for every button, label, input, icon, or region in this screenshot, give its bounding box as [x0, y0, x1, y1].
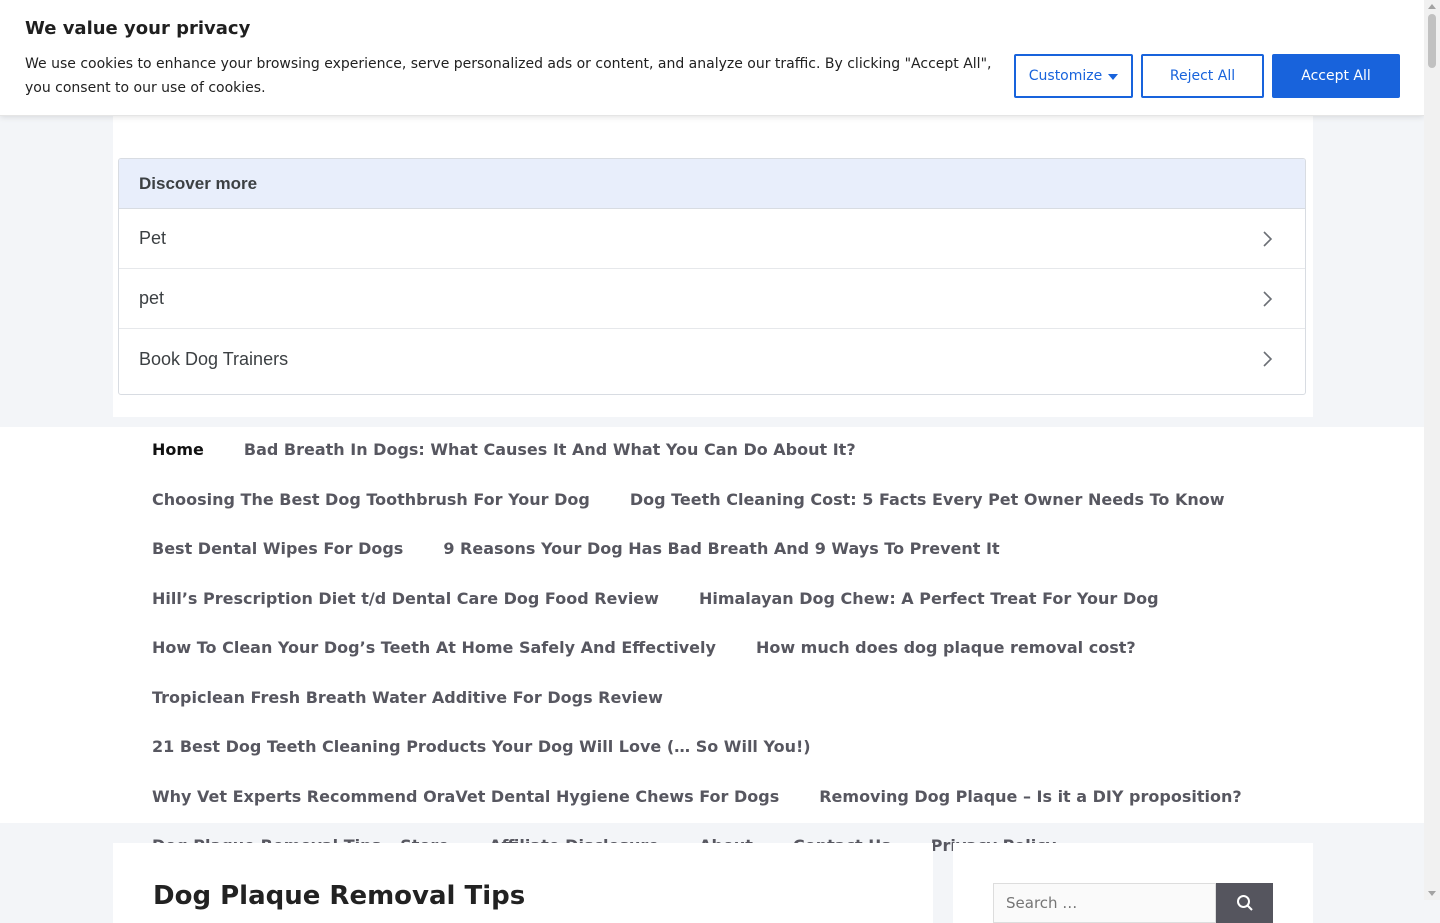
caret-down-icon — [1108, 74, 1119, 80]
page-title[interactable]: Dog Plaque Removal Tips — [153, 881, 525, 911]
customize-label: Customize — [1028, 68, 1103, 84]
nav-item[interactable]: Himalayan Dog Chew: A Perfect Treat For … — [679, 576, 1179, 626]
nav-item[interactable]: Best Dental Wipes For Dogs — [132, 526, 423, 576]
search-icon — [1236, 895, 1253, 911]
nav-item[interactable]: 21 Best Dog Teeth Cleaning Products Your… — [132, 724, 831, 774]
discover-item[interactable]: pet — [119, 269, 1305, 329]
nav-item[interactable]: Choosing The Best Dog Toothbrush For You… — [132, 477, 610, 527]
discover-item-label: pet — [139, 288, 165, 308]
nav-item[interactable]: Why Vet Experts Recommend OraVet Dental … — [132, 774, 799, 824]
search-input[interactable] — [993, 883, 1216, 923]
discover-more-panel: Discover more Pet pet Book Dog Trainers — [118, 158, 1306, 395]
page-scrollbar[interactable] — [1424, 0, 1440, 900]
discover-item[interactable]: Book Dog Trainers — [119, 329, 1305, 389]
cookie-title: We value your privacy — [25, 18, 251, 39]
discover-item-label: Pet — [139, 228, 167, 248]
cookie-description: We use cookies to enhance your browsing … — [25, 56, 992, 96]
nav-item-home[interactable]: Home — [132, 427, 224, 477]
customize-button[interactable]: Customize — [1014, 54, 1133, 98]
sidebar — [953, 843, 1313, 923]
discover-more-heading: Discover more — [119, 159, 1305, 209]
reject-all-button[interactable]: Reject All — [1141, 54, 1264, 98]
nav-item[interactable]: 9 Reasons Your Dog Has Bad Breath And 9 … — [423, 526, 1019, 576]
nav-item[interactable]: Dog Teeth Cleaning Cost: 5 Facts Every P… — [610, 477, 1245, 527]
nav-item[interactable]: Hill’s Prescription Diet t/d Dental Care… — [132, 576, 679, 626]
nav-item[interactable]: Bad Breath In Dogs: What Causes It And W… — [224, 427, 876, 477]
nav-item[interactable]: How To Clean Your Dog’s Teeth At Home Sa… — [132, 625, 736, 675]
discover-item[interactable]: Pet — [119, 209, 1305, 269]
scrollbar-thumb[interactable] — [1428, 14, 1436, 68]
accept-all-button[interactable]: Accept All — [1272, 54, 1400, 98]
search-button[interactable] — [1216, 883, 1273, 923]
chevron-right-icon — [1263, 230, 1273, 247]
main-content: Dog Plaque Removal Tips — [113, 843, 933, 923]
chevron-right-icon — [1263, 290, 1273, 307]
nav-menu: Home Bad Breath In Dogs: What Causes It … — [132, 427, 1292, 873]
nav-item[interactable]: How much does dog plaque removal cost? — [736, 625, 1156, 675]
cookie-consent-banner: We value your privacy We use cookies to … — [0, 0, 1424, 116]
nav-item[interactable]: Tropiclean Fresh Breath Water Additive F… — [132, 675, 683, 725]
primary-navigation: Home Bad Breath In Dogs: What Causes It … — [0, 427, 1424, 855]
chevron-right-icon — [1263, 351, 1273, 367]
nav-item[interactable]: Removing Dog Plaque – Is it a DIY propos… — [799, 774, 1261, 824]
discover-item-label: Book Dog Trainers — [139, 348, 289, 369]
scroll-up-arrow-icon[interactable] — [1428, 4, 1436, 9]
scroll-down-arrow-icon[interactable] — [1428, 891, 1436, 896]
